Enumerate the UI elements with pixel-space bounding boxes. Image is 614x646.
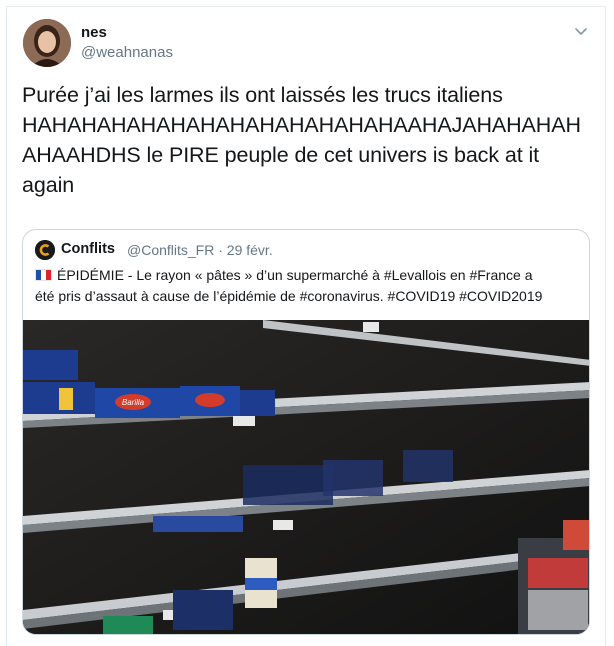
author-name[interactable]: nes: [81, 24, 107, 41]
quoted-author-name[interactable]: Conflits: [61, 241, 115, 257]
quoted-date[interactable]: 29 févr.: [227, 242, 273, 258]
avatar[interactable]: [23, 19, 71, 67]
tweet-text-line: AHAAHDHS le PIRE peuple de cet univers i…: [22, 143, 540, 167]
chevron-down-icon[interactable]: [573, 23, 589, 39]
author-handle[interactable]: @weahnanas: [81, 44, 173, 61]
quoted-text-line: été pris d’assaut à cause de l’épidémie …: [35, 288, 543, 304]
tweet-text-line: HAHAHAHAHAHAHAHAHAHAHAHAHAAHAJAHAHAHAH: [22, 113, 581, 137]
quoted-photo[interactable]: Barilla: [23, 320, 589, 634]
tweet-card[interactable]: nes @weahnanas Purée j’ai les larmes ils…: [6, 6, 606, 646]
meta-separator: ·: [218, 242, 223, 258]
quoted-author-handle[interactable]: @Conflits_FR: [127, 242, 214, 258]
tweet-text-line: Purée j’ai les larmes ils ont laissés le…: [22, 83, 503, 107]
tweet-text: Purée j’ai les larmes ils ont laissés le…: [22, 80, 592, 200]
quoted-text: ÉPIDÉMIE - Le rayon « pâtes » d’un super…: [35, 265, 585, 307]
france-flag-icon: [35, 269, 52, 281]
quoted-meta: @Conflits_FR · 29 févr.: [127, 242, 273, 258]
tweet-text-line: again: [22, 173, 75, 197]
quoted-text-line: ÉPIDÉMIE - Le rayon « pâtes » d’un super…: [35, 265, 585, 286]
conflits-logo-icon[interactable]: [35, 240, 55, 260]
quoted-tweet[interactable]: Conflits @Conflits_FR · 29 févr. ÉPIDÉMI…: [22, 229, 590, 635]
barilla-logo: Barilla: [122, 398, 145, 407]
